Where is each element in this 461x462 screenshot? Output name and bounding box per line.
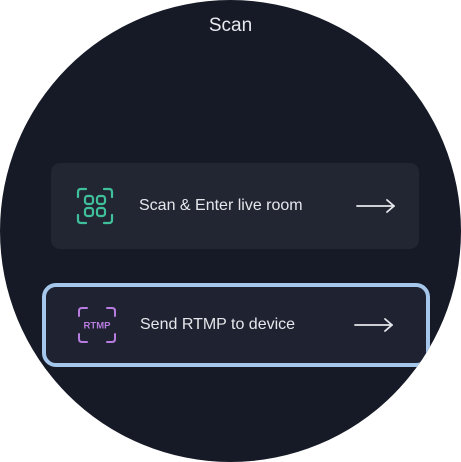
page-title: Scan [208, 15, 253, 36]
menu-item-label: Scan & Enter live room [139, 197, 303, 214]
menu-item-scan-enter-live-room[interactable]: Scan & Enter live room [51, 163, 419, 249]
rtmp-scan-icon: RTMP [78, 307, 116, 343]
round-screen: Scan Scan & Enter live room RTMP Send RT… [0, 0, 461, 462]
watch-frame: Scan Scan & Enter live room RTMP Send RT… [0, 0, 461, 462]
arrow-right-icon [356, 199, 395, 213]
arrow-right-icon [354, 318, 393, 332]
qr-scan-icon [76, 187, 114, 225]
menu-item-send-rtmp-to-device[interactable]: RTMP Send RTMP to device [42, 283, 430, 367]
menu-item-label: Send RTMP to device [140, 316, 296, 333]
rtmp-icon-text: RTMP [84, 321, 112, 332]
